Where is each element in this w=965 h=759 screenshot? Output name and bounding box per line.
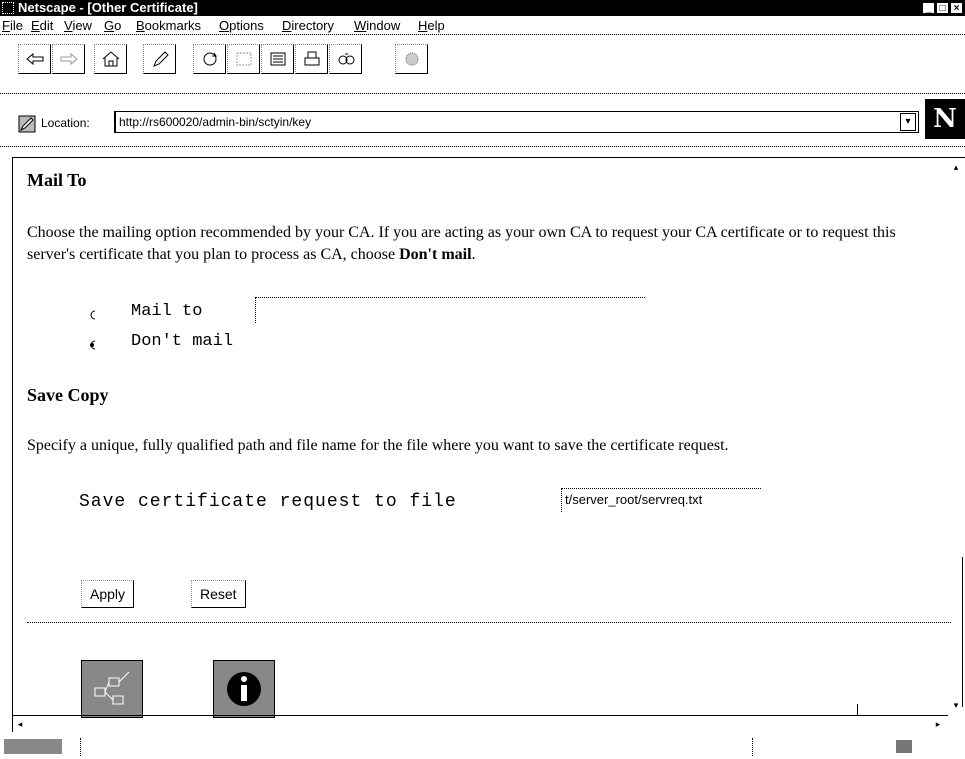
mail-status-icon[interactable] bbox=[896, 740, 912, 753]
menu-file[interactable]: File bbox=[2, 18, 23, 33]
stop-icon bbox=[405, 52, 418, 66]
horizontal-scrollbar[interactable]: ◂ ▸ bbox=[12, 704, 948, 732]
menu-go[interactable]: Go bbox=[104, 18, 121, 33]
location-bar: Location: ▾ N bbox=[0, 95, 965, 147]
reload-button[interactable] bbox=[193, 44, 226, 74]
menu-window[interactable]: Window bbox=[354, 18, 400, 33]
menu-view[interactable]: View bbox=[64, 18, 92, 33]
arrow-up-icon: ▴ bbox=[953, 162, 959, 172]
mail-to-input[interactable] bbox=[255, 297, 645, 323]
network-graphic bbox=[94, 671, 130, 705]
chevron-down-icon: ▾ bbox=[905, 116, 911, 127]
back-icon bbox=[25, 52, 43, 66]
find-icon bbox=[338, 53, 354, 65]
print-icon bbox=[304, 51, 319, 66]
location-label: Location: bbox=[41, 116, 90, 130]
scroll-thumb-edge bbox=[857, 704, 858, 716]
print-button[interactable] bbox=[295, 44, 328, 74]
mail-to-heading: Mail To bbox=[27, 170, 87, 190]
reload-icon bbox=[203, 52, 217, 66]
edit-button[interactable] bbox=[143, 44, 176, 74]
netscape-logo[interactable]: N bbox=[925, 99, 965, 139]
edit-icon bbox=[152, 51, 169, 67]
find-button[interactable] bbox=[329, 44, 362, 74]
status-separator bbox=[752, 738, 753, 756]
location-input[interactable] bbox=[114, 111, 919, 133]
menu-edit[interactable]: Edit bbox=[31, 18, 53, 33]
stop-button[interactable] bbox=[395, 44, 428, 74]
menu-bookmarks[interactable]: Bookmarks bbox=[136, 18, 201, 33]
arrow-right-icon: ▸ bbox=[935, 719, 941, 729]
bookmark-pencil-icon[interactable] bbox=[18, 115, 36, 133]
info-icon[interactable] bbox=[213, 660, 275, 718]
arrow-down-icon: ▾ bbox=[953, 700, 959, 710]
info-graphic bbox=[227, 672, 261, 706]
mail-to-description: Choose the mailing option recommended by… bbox=[27, 224, 896, 263]
vertical-scrollbar[interactable]: ▴ ▾ bbox=[948, 157, 965, 732]
images-button[interactable] bbox=[227, 44, 260, 74]
maximize-button[interactable]: □ bbox=[936, 2, 949, 14]
scroll-down-button[interactable]: ▾ bbox=[948, 697, 964, 713]
apply-button[interactable]: Apply bbox=[81, 580, 135, 608]
minimize-button[interactable]: _ bbox=[922, 2, 935, 14]
network-icon[interactable] bbox=[81, 660, 143, 718]
scroll-left-button[interactable]: ◂ bbox=[12, 716, 28, 732]
radio-dont-mail[interactable] bbox=[87, 337, 97, 349]
toolbar bbox=[0, 36, 965, 94]
radio-mail-to-label: Mail to bbox=[131, 302, 203, 321]
title-bar: Netscape - [Other Certificate] _ □ × bbox=[0, 0, 965, 16]
save-copy-heading: Save Copy bbox=[27, 385, 109, 405]
images-icon bbox=[236, 52, 251, 66]
radio-dont-mail-label: Don't mail bbox=[131, 332, 234, 351]
save-file-label: Save certificate request to file bbox=[79, 492, 457, 512]
location-dropdown-button[interactable]: ▾ bbox=[900, 113, 916, 131]
menu-help[interactable]: Help bbox=[418, 18, 445, 33]
horizontal-rule bbox=[27, 622, 951, 623]
home-button[interactable] bbox=[94, 44, 127, 74]
save-copy-description: Specify a unique, fully qualified path a… bbox=[27, 437, 729, 454]
arrow-left-icon: ◂ bbox=[17, 719, 23, 729]
radio-mail-to[interactable] bbox=[87, 307, 97, 319]
window-title: Netscape - [Other Certificate] bbox=[18, 0, 198, 15]
close-button[interactable]: × bbox=[950, 2, 963, 14]
menu-directory[interactable]: Directory bbox=[282, 18, 334, 33]
save-file-input[interactable]: t/server_root/servreq.txt bbox=[561, 488, 761, 512]
security-key-icon[interactable] bbox=[4, 739, 62, 754]
scroll-up-button[interactable]: ▴ bbox=[948, 159, 964, 175]
netscape-app-icon[interactable] bbox=[2, 2, 14, 14]
open-button[interactable] bbox=[261, 44, 294, 74]
back-button[interactable] bbox=[18, 44, 51, 74]
home-icon bbox=[102, 51, 119, 67]
reset-button[interactable]: Reset bbox=[191, 580, 246, 608]
radio-option-mail-to[interactable]: Mail to bbox=[87, 302, 202, 321]
status-separator bbox=[80, 738, 81, 756]
status-bar bbox=[0, 736, 965, 759]
scroll-right-button[interactable]: ▸ bbox=[930, 716, 946, 732]
radio-option-dont-mail[interactable]: Don't mail bbox=[87, 332, 233, 351]
menu-bar: File Edit View Go Bookmarks Options Dire… bbox=[0, 16, 965, 35]
scroll-track-edge bbox=[962, 557, 963, 707]
menu-options[interactable]: Options bbox=[219, 18, 264, 33]
forward-button[interactable] bbox=[52, 44, 85, 74]
page-content: Mail To Choose the mailing option recomm… bbox=[12, 157, 965, 732]
open-icon bbox=[270, 52, 285, 66]
forward-icon bbox=[60, 52, 78, 66]
